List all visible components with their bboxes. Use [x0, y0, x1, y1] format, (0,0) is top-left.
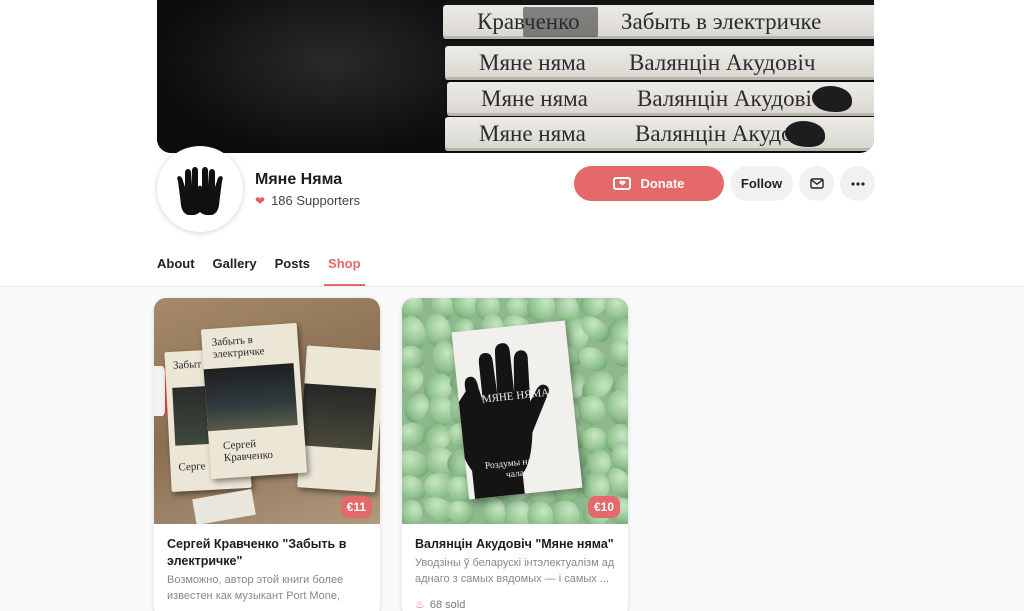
spine-right-text: Забыть в электричке	[621, 9, 822, 34]
book-author: Серге	[178, 460, 206, 474]
hand-mark	[812, 86, 852, 112]
follow-label: Follow	[740, 176, 783, 191]
price-badge: €11	[340, 496, 372, 518]
product-title[interactable]: Валянцін Акудовіч "Мяне няма"	[415, 536, 615, 553]
book-photo	[300, 383, 377, 451]
profile-name: Мяне Няма	[255, 171, 343, 188]
avatar[interactable]	[157, 146, 243, 232]
price-badge: €10	[587, 496, 620, 518]
book-spine: Мяне няма Валянцін Акудовіч	[447, 82, 874, 116]
hands-logo-icon	[177, 167, 223, 215]
book-stack-photo: Кравченко Забыть в электричке Мяне няма …	[443, 0, 874, 153]
cover-banner: Кравченко Забыть в электричке Мяне няма …	[157, 0, 874, 153]
book-spine: Мяне няма Валянцін Акудовіч	[445, 117, 874, 151]
tab-shop[interactable]: Shop	[324, 256, 364, 286]
shop-item-card[interactable]: Забыт Серге Забыть в электричке Сергей К…	[154, 298, 380, 611]
donate-button[interactable]: ❤ Donate	[574, 166, 724, 201]
sold-count: ♨ 68 sold	[415, 598, 465, 611]
spine-right-text: Валянцін Акудовіч	[629, 50, 816, 75]
sold-label: 68 sold	[429, 598, 466, 611]
book-cover: Забыть в электричке Сергей Кравченко	[200, 322, 308, 480]
spine-left-text: Мяне няма	[481, 86, 588, 111]
supporters-label: 186 Supporters	[271, 193, 360, 208]
more-options-button[interactable]	[840, 166, 875, 201]
message-button[interactable]	[799, 166, 834, 201]
spine-left-text: Мяне няма	[479, 50, 586, 75]
tab-about[interactable]: About	[157, 256, 195, 286]
tab-gallery[interactable]: Gallery	[213, 256, 257, 286]
packing-peanut	[481, 497, 506, 524]
supporters-count: ❤ 186 Supporters	[255, 193, 360, 208]
cover-background	[157, 0, 447, 153]
product-image: Забыт Серге Забыть в электричке Сергей К…	[154, 298, 380, 524]
packing-peanut	[607, 336, 628, 369]
book-cover: Валянцін Акудовіч МЯНЕ НЯМА Роздумы на р…	[451, 320, 583, 500]
mail-icon	[809, 178, 824, 189]
tab-posts[interactable]: Posts	[275, 256, 310, 286]
spine-shadow	[523, 7, 598, 37]
follow-button[interactable]: Follow	[730, 166, 793, 201]
more-dots-icon	[850, 181, 865, 186]
profile-tabs: About Gallery Posts Shop	[157, 256, 379, 286]
paper-slip	[192, 488, 256, 524]
spine-right-text: Валянцін Акудовіч	[637, 86, 824, 111]
shop-item-card[interactable]: Валянцін Акудовіч МЯНЕ НЯМА Роздумы на р…	[402, 298, 628, 611]
hand-mark	[785, 121, 825, 147]
heart-icon: ❤	[255, 193, 266, 208]
book-photo	[203, 363, 298, 432]
packing-peanut	[606, 389, 628, 426]
book-spine: Мяне няма Валянцін Акудовіч	[445, 46, 874, 80]
book-author: Сергей Кравченко	[222, 437, 274, 465]
packing-peanut	[402, 499, 424, 524]
book-title: Забыть в электричке	[211, 333, 265, 361]
fire-icon: ♨	[415, 599, 425, 611]
product-image: Валянцін Акудовіч МЯНЕ НЯМА Роздумы на р…	[402, 298, 628, 524]
book-title: Забыт	[172, 358, 202, 372]
donate-heart-icon: ❤	[613, 177, 632, 190]
product-description: Уводзіны ў беларускі інтэлектуалізм ад а…	[415, 557, 615, 585]
book-spine: Кравченко Забыть в электричке	[443, 5, 874, 39]
product-description: Возможно, автор этой книги более известе…	[167, 574, 344, 602]
donate-label: Donate	[640, 176, 685, 191]
spine-left-text: Мяне няма	[479, 121, 586, 146]
product-title[interactable]: Сергей Кравченко "Забыть в электричке"	[167, 536, 367, 570]
book-cover	[297, 345, 380, 493]
packing-peanut	[575, 392, 610, 428]
